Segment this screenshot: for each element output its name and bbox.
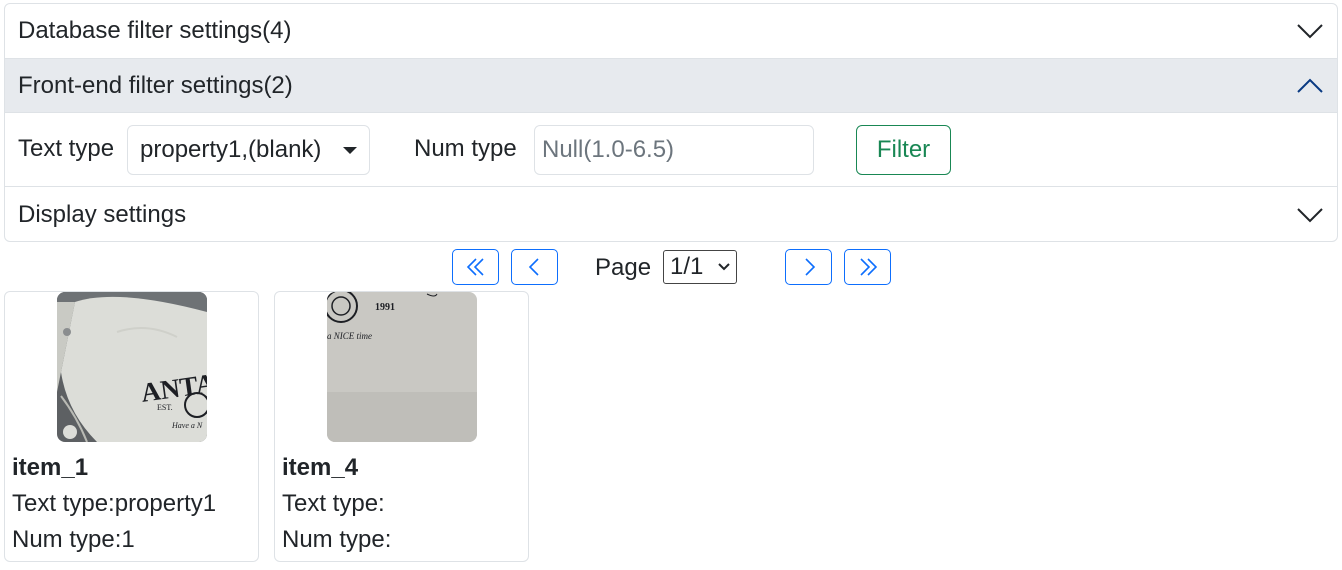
page-select[interactable]: 1/1 (663, 250, 737, 284)
chevron-left-icon (528, 258, 539, 276)
caret-down-icon (343, 147, 357, 154)
item-thumbnail[interactable]: ANTA SPORTS EST. Have a N (57, 292, 207, 442)
chevron-down-icon (1297, 24, 1323, 39)
page-label: Page (595, 254, 652, 281)
last-page-button[interactable] (844, 249, 891, 285)
filter-button[interactable]: Filter (856, 125, 951, 175)
page-select-value: 1/1 (670, 253, 704, 280)
svg-text:a NICE time: a NICE time (327, 331, 372, 341)
first-page-button[interactable] (452, 249, 499, 285)
item-text-type: Text type: (282, 490, 385, 517)
chevron-down-icon (718, 263, 730, 271)
item-title: item_1 (12, 454, 89, 481)
double-chevron-left-icon (466, 258, 484, 276)
text-type-value: property1,(blank) (140, 136, 322, 163)
filter-accordion: Database filter settings(4) Front-end fi… (4, 3, 1338, 242)
item-thumbnail[interactable]: 1991 a NICE time (327, 292, 477, 442)
svg-text:1991: 1991 (375, 302, 395, 313)
item-num-type: Num type:1 (12, 526, 135, 553)
svg-text:EST.: EST. (157, 403, 173, 412)
double-chevron-right-icon (859, 258, 877, 276)
database-filter-header[interactable]: Database filter settings(4) (5, 4, 1337, 59)
item-card[interactable]: 1991 a NICE time item_4 Text type: Num t… (274, 291, 529, 562)
chevron-up-icon (1297, 78, 1323, 93)
chevron-right-icon (804, 258, 815, 276)
item-num-type: Num type: (282, 526, 392, 553)
database-filter-title: Database filter settings(4) (18, 17, 292, 44)
item-text-type: Text type:property1 (12, 490, 217, 517)
next-page-button[interactable] (785, 249, 832, 285)
item-title: item_4 (282, 454, 359, 481)
num-type-input[interactable] (534, 125, 814, 175)
t-shirt-photo: 1991 a NICE time (327, 292, 477, 442)
num-type-label: Num type (414, 135, 517, 162)
t-shirt-photo: ANTA SPORTS EST. Have a N (57, 292, 207, 442)
chevron-down-icon (1297, 208, 1323, 223)
text-type-dropdown[interactable]: property1,(blank) (127, 125, 370, 175)
text-type-label: Text type (18, 135, 115, 162)
frontend-filter-header[interactable]: Front-end filter settings(2) (5, 59, 1337, 113)
svg-text:Have a N: Have a N (171, 421, 203, 430)
display-settings-title: Display settings (18, 201, 187, 228)
display-settings-header[interactable]: Display settings (5, 188, 1337, 241)
item-card[interactable]: ANTA SPORTS EST. Have a N item_1 Text ty… (4, 291, 259, 562)
frontend-filter-body: Text type property1,(blank) Num type Fil… (5, 113, 1337, 187)
previous-page-button[interactable] (511, 249, 558, 285)
frontend-filter-title: Front-end filter settings(2) (18, 71, 293, 99)
